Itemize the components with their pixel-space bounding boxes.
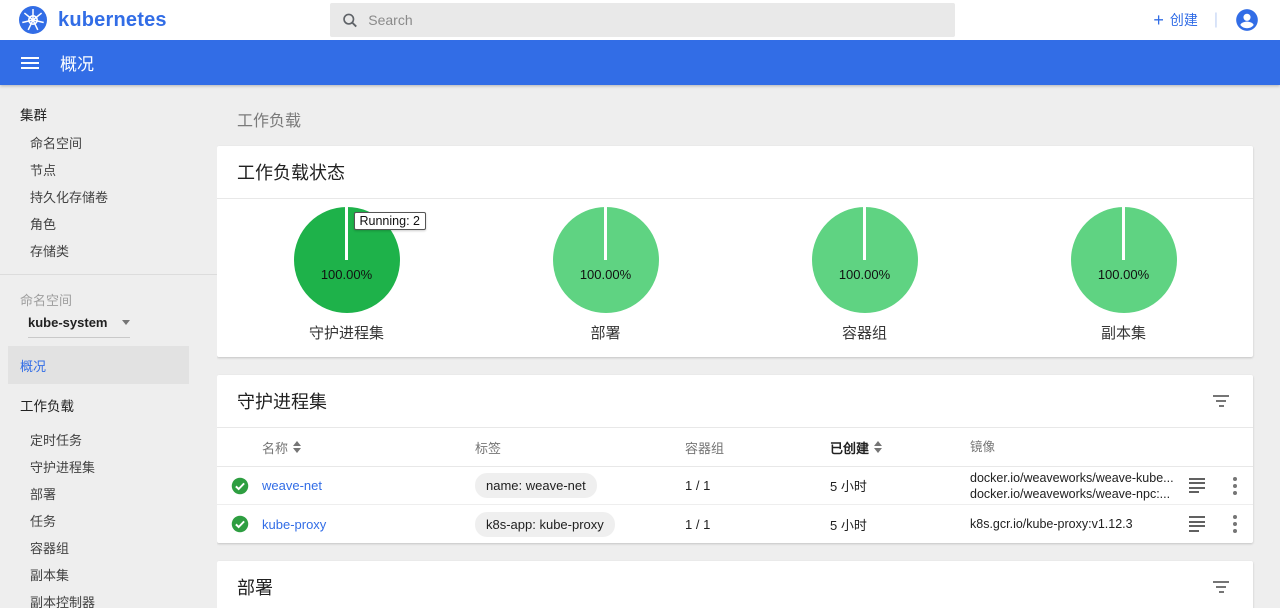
- images-cell: docker.io/weaveworks/weave-kube... docke…: [970, 470, 1177, 502]
- sidebar-item-jobs[interactable]: 任务: [0, 507, 217, 534]
- sidebar-item-workloads[interactable]: 工作负载: [0, 390, 217, 420]
- status-ok-icon: [231, 515, 249, 533]
- menu-icon[interactable]: [0, 57, 60, 69]
- image-line: k8s.gcr.io/kube-proxy:v1.12.3: [970, 516, 1177, 532]
- brand: kubernetes: [0, 5, 330, 35]
- pods-count: 1 / 1: [685, 517, 830, 532]
- deployments-card: 部署 名称 标签 容器组 已创建 镜像: [217, 561, 1253, 608]
- column-header-labels: 标签: [475, 438, 685, 457]
- sidebar-item-daemon-sets[interactable]: 守护进程集: [0, 453, 217, 480]
- pie-deployments-label: 部署: [590, 322, 620, 343]
- sidebar-item-deployments[interactable]: 部署: [0, 480, 217, 507]
- sort-icon: [874, 441, 882, 453]
- app-header: kubernetes + 创建 |: [0, 0, 1280, 40]
- pie-pods-label: 容器组: [842, 322, 887, 343]
- header-actions: + 创建 |: [955, 7, 1280, 33]
- sidebar-item-cluster[interactable]: 集群: [0, 99, 217, 129]
- main-content: 工作负载 工作负载状态 100.00% Running: 2 守护进程集: [217, 85, 1280, 608]
- workload-status-charts: 100.00% Running: 2 守护进程集 100.00% 部署: [217, 199, 1253, 357]
- table-row-weave-net: weave-net name: weave-net 1 / 1 5 小时 doc…: [217, 467, 1253, 505]
- pie-daemon-sets-label: 守护进程集: [309, 322, 384, 343]
- pie-chart-deployments[interactable]: 100.00% 部署: [476, 207, 735, 343]
- daemon-set-link[interactable]: weave-net: [262, 478, 322, 493]
- daemon-sets-title: 守护进程集: [237, 388, 327, 414]
- logs-icon[interactable]: [1187, 514, 1207, 534]
- header-divider: |: [1214, 11, 1218, 29]
- kebab-menu-icon[interactable]: [1229, 515, 1241, 533]
- sidebar-item-persistent-volumes[interactable]: 持久化存储卷: [0, 183, 217, 210]
- sidebar-item-roles[interactable]: 角色: [0, 210, 217, 237]
- sidebar-item-replication-controllers[interactable]: 副本控制器: [0, 588, 217, 608]
- sidebar-item-pods[interactable]: 容器组: [0, 534, 217, 561]
- brand-name: kubernetes: [58, 9, 167, 32]
- pie-pods: [812, 207, 918, 313]
- chevron-down-icon: [122, 320, 130, 325]
- pie-chart-daemon-sets[interactable]: 100.00% Running: 2 守护进程集: [217, 207, 476, 343]
- sort-icon: [293, 441, 301, 453]
- daemon-set-link[interactable]: kube-proxy: [262, 517, 326, 532]
- pie-pods-percent: 100.00%: [812, 267, 918, 282]
- image-line: docker.io/weaveworks/weave-npc:...: [970, 486, 1177, 502]
- workload-status-title: 工作负载状态: [237, 159, 345, 185]
- sidebar-divider: [0, 274, 217, 275]
- workload-status-card: 工作负载状态 100.00% Running: 2 守护进程集 100.00%: [217, 146, 1253, 357]
- logs-icon[interactable]: [1187, 476, 1207, 496]
- label-chip: k8s-app: kube-proxy: [475, 512, 615, 537]
- sidebar-item-overview[interactable]: 概况: [8, 346, 189, 384]
- column-header-created[interactable]: 已创建: [830, 438, 970, 457]
- plus-icon: +: [1153, 13, 1164, 27]
- created-age: 5 小时: [830, 515, 970, 534]
- kubernetes-logo-icon: [18, 5, 48, 35]
- deployments-title: 部署: [237, 574, 273, 600]
- images-cell: k8s.gcr.io/kube-proxy:v1.12.3: [970, 516, 1177, 532]
- search-icon: [342, 12, 358, 29]
- pie-replica-sets: [1071, 207, 1177, 313]
- sidebar-item-namespaces[interactable]: 命名空间: [0, 129, 217, 156]
- namespace-value: kube-system: [28, 315, 107, 330]
- sidebar-item-storage-classes[interactable]: 存储类: [0, 237, 217, 264]
- label-chip: name: weave-net: [475, 473, 597, 498]
- pie-daemon-sets-percent: 100.00%: [294, 267, 400, 282]
- create-button[interactable]: + 创建: [1153, 10, 1198, 30]
- daemon-sets-card: 守护进程集 名称 标签 容器组 已创建 镜像: [217, 375, 1253, 543]
- table-row-kube-proxy: kube-proxy k8s-app: kube-proxy 1 / 1 5 小…: [217, 505, 1253, 543]
- namespace-label: 命名空间: [0, 287, 217, 311]
- search-input[interactable]: [368, 12, 943, 28]
- workload-status-card-header: 工作负载状态: [217, 146, 1253, 199]
- column-header-name[interactable]: 名称: [262, 438, 475, 457]
- filter-icon[interactable]: [1209, 577, 1233, 597]
- sidebar-item-replica-sets[interactable]: 副本集: [0, 561, 217, 588]
- create-label: 创建: [1170, 10, 1198, 30]
- pie-replica-sets-percent: 100.00%: [1071, 267, 1177, 282]
- search-bar[interactable]: [330, 3, 955, 37]
- pie-chart-pods[interactable]: 100.00% 容器组: [735, 207, 994, 343]
- sidebar-item-cron-jobs[interactable]: 定时任务: [0, 426, 217, 453]
- column-header-images: 镜像: [970, 439, 1177, 455]
- created-age: 5 小时: [830, 476, 970, 495]
- pie-deployments: [553, 207, 659, 313]
- sidebar-item-nodes[interactable]: 节点: [0, 156, 217, 183]
- page-title: 工作负载: [217, 85, 1253, 146]
- action-bar-title: 概况: [60, 50, 94, 75]
- image-line: docker.io/weaveworks/weave-kube...: [970, 470, 1177, 486]
- kebab-menu-icon[interactable]: [1229, 477, 1241, 495]
- pods-count: 1 / 1: [685, 478, 830, 493]
- pie-replica-sets-label: 副本集: [1101, 322, 1146, 343]
- pie-deployments-percent: 100.00%: [553, 267, 659, 282]
- column-header-pods: 容器组: [685, 438, 830, 457]
- deployments-card-header: 部署: [217, 561, 1253, 608]
- pie-chart-replica-sets[interactable]: 100.00% 副本集: [994, 207, 1253, 343]
- daemon-sets-table-header: 名称 标签 容器组 已创建 镜像: [217, 428, 1253, 467]
- status-ok-icon: [231, 477, 249, 495]
- action-bar: 概况: [0, 40, 1280, 85]
- sidebar: 集群 命名空间 节点 持久化存储卷 角色 存储类 命名空间 kube-syste…: [0, 85, 217, 608]
- daemon-sets-card-header: 守护进程集: [217, 375, 1253, 428]
- account-icon[interactable]: [1234, 7, 1260, 33]
- filter-icon[interactable]: [1209, 391, 1233, 411]
- pie-tooltip: Running: 2: [354, 212, 426, 230]
- namespace-selector[interactable]: kube-system: [28, 315, 130, 338]
